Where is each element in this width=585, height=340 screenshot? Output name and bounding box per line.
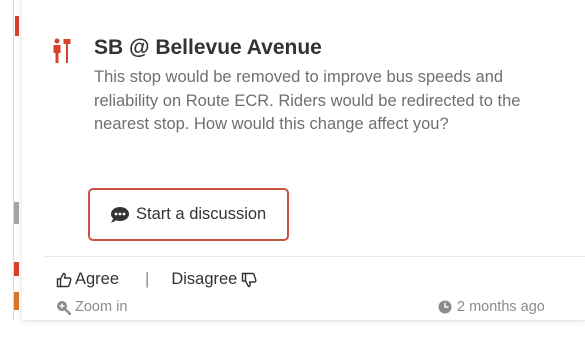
thumbs-down-icon xyxy=(242,272,257,287)
map-route-segment xyxy=(14,202,19,224)
map-popup-view: SB @ Bellevue Avenue This stop would be … xyxy=(0,0,585,340)
map-route-segment xyxy=(14,292,19,310)
thumbs-up-icon xyxy=(56,272,72,287)
start-discussion-button[interactable]: Start a discussion xyxy=(88,188,289,241)
comment-icon xyxy=(111,206,129,223)
meta-row: Zoom in xyxy=(56,299,127,315)
section-divider xyxy=(44,256,585,257)
vote-row: Agree | Disagree xyxy=(56,270,257,289)
map-route-segment xyxy=(15,16,19,36)
disagree-button[interactable]: Disagree xyxy=(171,270,257,289)
stop-title: SB @ Bellevue Avenue xyxy=(94,36,322,59)
timestamp-label: 2 months ago xyxy=(457,299,545,315)
zoom-in-label: Zoom in xyxy=(75,299,128,315)
bus-stop-pin-icon xyxy=(53,38,71,63)
timestamp: 2 months ago xyxy=(438,299,545,315)
map-background[interactable] xyxy=(0,0,22,340)
clock-icon xyxy=(438,300,452,314)
stop-popup-card: SB @ Bellevue Avenue This stop would be … xyxy=(22,0,585,321)
stop-description: This stop would be removed to improve bu… xyxy=(94,68,521,133)
agree-label: Agree xyxy=(75,270,120,288)
vote-separator: | xyxy=(145,270,150,288)
zoom-in-link[interactable]: Zoom in xyxy=(56,299,127,315)
agree-button[interactable]: Agree xyxy=(56,270,119,289)
disagree-label: Disagree xyxy=(171,270,238,288)
zoom-in-icon xyxy=(57,300,71,315)
start-discussion-label: Start a discussion xyxy=(136,205,267,223)
map-route-segment xyxy=(14,262,19,276)
